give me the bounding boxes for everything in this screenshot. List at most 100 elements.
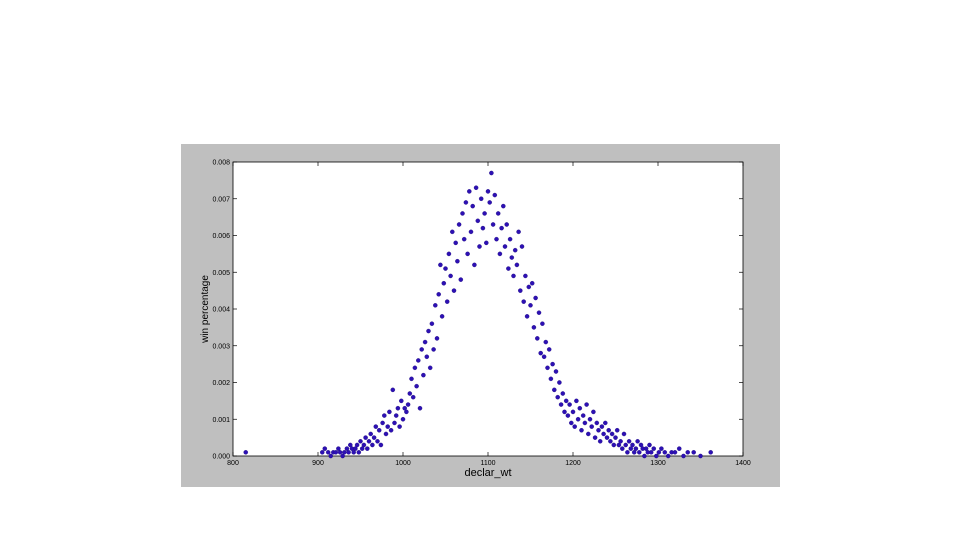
scatter-point xyxy=(681,453,686,459)
scatter-point xyxy=(620,446,625,451)
scatter-point xyxy=(417,405,423,411)
scatter-point xyxy=(387,409,392,415)
scatter-point xyxy=(400,416,406,422)
y-tick-label: 0.003 xyxy=(212,343,230,350)
scatter-point xyxy=(333,450,339,455)
scatter-point xyxy=(558,402,564,407)
scatter-point xyxy=(412,365,418,371)
x-axis-label: declar_wt xyxy=(464,467,511,479)
scatter-point xyxy=(499,225,504,231)
scatter-point xyxy=(494,236,499,242)
scatter-point xyxy=(243,450,249,455)
scatter-point xyxy=(519,244,525,249)
scatter-point xyxy=(346,450,351,455)
scatter-point xyxy=(426,328,431,334)
scatter-point xyxy=(485,189,491,194)
scatter-point xyxy=(416,358,421,363)
y-tick-label: 0.004 xyxy=(212,307,230,314)
chart-figure: 800 900 1000 1100 1200 1300 1400 0.000 0.001 0.00… xyxy=(181,144,780,487)
scatter-point xyxy=(637,450,642,455)
scatter-point xyxy=(567,402,572,407)
scatter-point xyxy=(536,310,542,315)
scatter-point xyxy=(580,413,586,418)
scatter-point xyxy=(371,435,377,440)
scatter-point xyxy=(570,409,576,415)
slide: 800 900 1000 1100 1200 1300 1400 0.000 0.001 0.00… xyxy=(0,0,960,540)
scatter-point xyxy=(497,251,503,257)
scatter-point xyxy=(467,189,472,194)
scatter-point xyxy=(626,439,632,444)
scatter-point xyxy=(373,424,379,429)
scatter-point xyxy=(378,442,384,448)
scatter-point xyxy=(604,435,610,440)
scatter-point xyxy=(470,203,475,209)
scatter-point xyxy=(654,453,659,459)
scatter-point xyxy=(569,420,574,426)
scatter-point xyxy=(376,428,382,433)
scatter-point xyxy=(553,369,559,374)
plot-area xyxy=(232,161,744,457)
scatter-point xyxy=(599,424,605,429)
scatter-point xyxy=(439,314,445,319)
scatter-point xyxy=(648,450,654,455)
scatter-point xyxy=(562,409,567,415)
scatter-point xyxy=(592,435,598,440)
scatter-point xyxy=(614,428,620,433)
scatter-point xyxy=(472,262,477,268)
scatter-point xyxy=(575,416,581,422)
scatter-point xyxy=(651,446,656,451)
scatter-point xyxy=(518,288,523,293)
y-tick-label: 0.006 xyxy=(212,233,230,240)
scatter-point xyxy=(458,277,464,282)
scatter-point xyxy=(444,299,450,304)
scatter-point xyxy=(625,450,630,455)
x-tick-label: 800 xyxy=(227,460,239,467)
scatter-point xyxy=(404,409,409,415)
scatter-point xyxy=(548,376,554,382)
scatter-point xyxy=(550,361,555,367)
scatter-point xyxy=(492,192,498,198)
scatter-point xyxy=(436,292,441,297)
scatter-point xyxy=(582,420,588,426)
scatter-point xyxy=(594,420,600,426)
scatter-point xyxy=(526,284,532,290)
scatter-point xyxy=(618,439,623,444)
scatter-point xyxy=(633,446,639,451)
scatter-point xyxy=(473,185,479,190)
scatter-point xyxy=(429,321,435,326)
scatter-point xyxy=(456,222,462,227)
scatter-point xyxy=(480,225,486,231)
scatter-point xyxy=(609,431,615,437)
scatter-point xyxy=(531,325,537,330)
scatter-point xyxy=(438,262,443,268)
scatter-point xyxy=(587,416,593,422)
scatter-point xyxy=(606,428,611,433)
scatter-point xyxy=(328,453,333,459)
scatter-point xyxy=(446,251,452,257)
scatter-point xyxy=(487,200,492,205)
y-tick-label: 0.000 xyxy=(212,454,230,461)
scatter-point xyxy=(507,236,513,242)
scatter-point xyxy=(325,450,331,455)
x-tick-label: 1100 xyxy=(480,460,495,467)
y-axis-label: win percentage xyxy=(200,275,211,344)
x-tick-label: 1200 xyxy=(565,460,581,467)
scatter-point xyxy=(560,391,566,396)
scatter-point xyxy=(409,376,414,382)
scatter-point xyxy=(395,405,401,411)
scatter-point xyxy=(509,255,515,260)
scatter-point xyxy=(541,354,547,360)
scatter-point xyxy=(591,409,596,415)
scatter-chart: 800 900 1000 1100 1200 1300 1400 0.000 0.001 0.00… xyxy=(200,160,751,480)
scatter-point xyxy=(535,336,540,341)
scatter-point xyxy=(601,431,606,437)
scatter-point xyxy=(427,365,433,371)
scatter-point xyxy=(495,211,501,216)
scatter-point xyxy=(608,439,613,444)
scatter-point xyxy=(368,431,373,437)
scatter-point xyxy=(543,339,549,345)
scatter-point xyxy=(613,435,618,440)
scatter-point xyxy=(410,394,416,400)
scatter-point xyxy=(584,402,589,407)
scatter-point xyxy=(405,402,411,407)
